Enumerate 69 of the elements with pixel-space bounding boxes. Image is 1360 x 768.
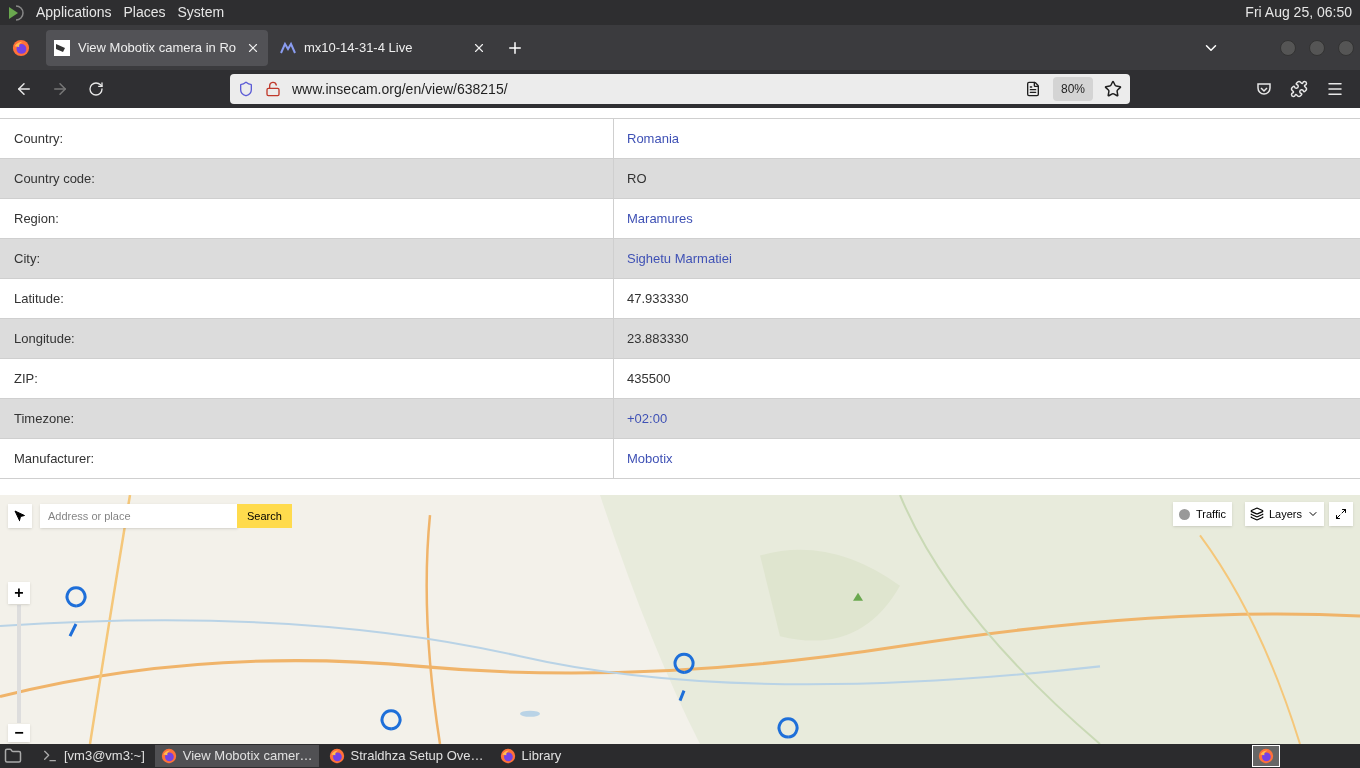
zoom-in-button[interactable]: + bbox=[8, 582, 30, 604]
detail-link[interactable]: Sighetu Marmatiei bbox=[627, 248, 732, 269]
forward-icon[interactable] bbox=[51, 80, 69, 98]
browser-tab[interactable]: mx10-14-31-4 Live bbox=[272, 29, 494, 66]
panel-menu[interactable]: Applications bbox=[36, 2, 112, 23]
arrow-icon bbox=[14, 510, 26, 522]
detail-label: ZIP: bbox=[14, 369, 38, 388]
terminal-icon bbox=[42, 748, 58, 764]
bookmark-star-icon[interactable] bbox=[1104, 80, 1122, 98]
tab-title: View Mobotix camera in Ro bbox=[78, 38, 237, 57]
taskbar-item[interactable]: Library bbox=[493, 745, 568, 767]
firefox-icon bbox=[499, 748, 516, 764]
detail-link[interactable]: Romania bbox=[627, 128, 680, 149]
zoom-level[interactable]: 80% bbox=[1052, 77, 1093, 101]
zoom-out-button[interactable]: − bbox=[8, 724, 30, 742]
camera-icon bbox=[54, 39, 70, 56]
layers-button[interactable]: Layers bbox=[1245, 502, 1325, 526]
taskbar-label: Straldhza Setup Ove… bbox=[350, 747, 484, 766]
detail-link[interactable]: Mobotix bbox=[627, 448, 673, 469]
expand-icon bbox=[1335, 508, 1347, 520]
url-text: www.insecam.org/en/view/638215/ bbox=[292, 79, 508, 99]
panel-menu[interactable]: System bbox=[177, 2, 225, 23]
map[interactable]: Address or place Search + − Traffic Layers bbox=[0, 495, 1360, 744]
search-button[interactable]: Search bbox=[237, 504, 292, 528]
tray-item[interactable] bbox=[1252, 745, 1280, 767]
detail-link[interactable]: Maramures bbox=[627, 208, 693, 229]
detail-value: 435500 bbox=[627, 369, 671, 388]
fullscreen-button[interactable] bbox=[1329, 502, 1353, 526]
detail-label: Longitude: bbox=[14, 329, 75, 348]
detail-label: Manufacturer: bbox=[14, 449, 95, 468]
taskbar-label: View Mobotix camer… bbox=[182, 747, 313, 766]
menu-icon[interactable] bbox=[1326, 80, 1344, 98]
reader-view-icon[interactable] bbox=[1024, 81, 1041, 97]
extensions-icon[interactable] bbox=[1290, 80, 1308, 98]
detail-label: Country code: bbox=[14, 169, 95, 188]
address-bar[interactable]: www.insecam.org/en/view/638215/ 80% bbox=[230, 74, 1130, 104]
address-search-field[interactable]: Address or place bbox=[40, 504, 238, 528]
lock-icon[interactable] bbox=[265, 81, 281, 97]
firefox-icon bbox=[12, 38, 30, 57]
detail-label: Country: bbox=[14, 129, 64, 148]
back-icon[interactable] bbox=[15, 80, 33, 98]
locate-button[interactable] bbox=[8, 504, 32, 528]
detail-label: Timezone: bbox=[14, 409, 75, 428]
reload-icon[interactable] bbox=[88, 81, 104, 97]
detail-label: Latitude: bbox=[14, 289, 64, 308]
taskbar-label: Library bbox=[521, 747, 562, 766]
taskbar-item[interactable]: Straldhza Setup Ove… bbox=[322, 745, 490, 767]
detail-value: 23.883330 bbox=[627, 329, 689, 348]
detail-link[interactable]: +02:00 bbox=[627, 408, 668, 429]
panel-menu[interactable]: Places bbox=[123, 2, 166, 23]
browser-tab[interactable]: View Mobotix camera in Ro bbox=[46, 29, 268, 66]
detail-value: RO bbox=[627, 169, 647, 188]
clock: Fri Aug 25, 06:50 bbox=[1245, 3, 1352, 22]
layers-icon bbox=[1250, 507, 1264, 521]
folder-icon[interactable] bbox=[4, 747, 22, 765]
detail-label: Region: bbox=[14, 209, 59, 228]
traffic-button[interactable]: Traffic bbox=[1173, 502, 1232, 526]
firefox-icon bbox=[328, 748, 345, 764]
tab-title: mx10-14-31-4 Live bbox=[304, 38, 414, 57]
taskbar-item[interactable]: View Mobotix camer… bbox=[154, 745, 319, 767]
pocket-icon[interactable] bbox=[1256, 81, 1272, 97]
firefox-icon bbox=[160, 748, 177, 764]
firefox-icon bbox=[1258, 748, 1274, 764]
detail-value: 47.933330 bbox=[627, 289, 689, 308]
taskbar-item[interactable]: [vm3@vm3:~] bbox=[36, 745, 151, 767]
traffic-icon bbox=[1179, 508, 1190, 520]
taskbar-label: [vm3@vm3:~] bbox=[64, 747, 145, 766]
detail-label: City: bbox=[14, 249, 40, 268]
shield-icon[interactable] bbox=[238, 81, 254, 97]
